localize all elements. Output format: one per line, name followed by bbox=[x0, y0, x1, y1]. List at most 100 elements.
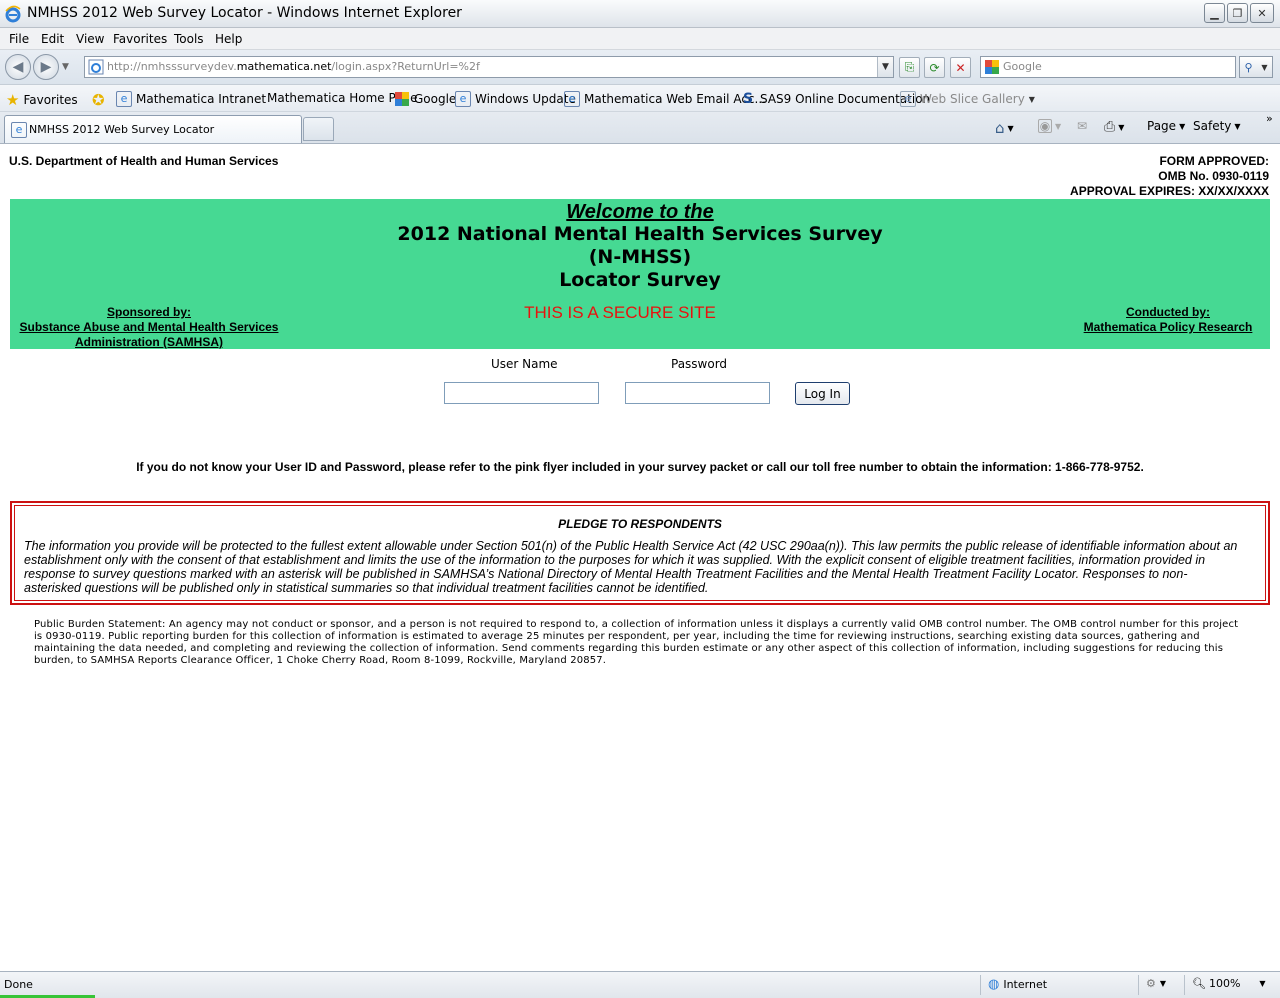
public-burden-statement: Public Burden Statement: An agency may n… bbox=[34, 619, 1239, 666]
chevron-down-icon: ▼ bbox=[1259, 979, 1266, 988]
minimize-button[interactable]: ▁ bbox=[1204, 3, 1225, 23]
page-favicon-icon bbox=[88, 59, 104, 75]
add-to-favorites-bar-button[interactable]: ✪ bbox=[92, 91, 105, 109]
address-dropdown-icon[interactable]: ▼ bbox=[877, 57, 893, 77]
menu-edit[interactable]: Edit bbox=[41, 32, 64, 46]
google-icon bbox=[985, 60, 999, 74]
restore-icon: ❐ bbox=[1232, 6, 1243, 20]
zoom-icon: 🔍︎ bbox=[1192, 977, 1206, 990]
menu-file[interactable]: File bbox=[9, 32, 29, 46]
pledge-text: The information you provide will be prot… bbox=[24, 539, 1238, 595]
search-icon: ⚲ bbox=[1244, 60, 1253, 74]
welcome-heading: Welcome to the bbox=[566, 201, 714, 223]
menu-help[interactable]: Help bbox=[215, 32, 242, 46]
home-button[interactable]: ⌂ ▼ bbox=[995, 119, 1014, 137]
fav-windows-update[interactable]: e Windows Update bbox=[455, 91, 576, 107]
fav-google[interactable]: Google bbox=[394, 91, 456, 107]
feeds-button[interactable]: ◉ ▼ bbox=[1038, 119, 1061, 133]
refresh-icon: ⟳ bbox=[929, 60, 940, 75]
password-input[interactable] bbox=[625, 382, 770, 404]
ie-page-icon: e bbox=[900, 91, 916, 107]
ie-page-icon: e bbox=[11, 122, 27, 138]
window-title: NMHSS 2012 Web Survey Locator - Windows … bbox=[27, 5, 462, 21]
status-bar: Done ◍ Internet ⚙ ▼ 🔍︎ 100% ▼ bbox=[0, 971, 1280, 998]
google-icon bbox=[395, 92, 409, 106]
approval-expires: APPROVAL EXPIRES: XX/XX/XXXX bbox=[1070, 184, 1269, 198]
zoom-control[interactable]: 🔍︎ 100% ▼ bbox=[1192, 977, 1266, 990]
ie-page-icon: e bbox=[564, 91, 580, 107]
more-commands-button[interactable]: » bbox=[1266, 112, 1273, 125]
credentials-help-text: If you do not know your User ID and Pass… bbox=[136, 460, 1144, 474]
chevron-down-icon: ▼ bbox=[1055, 121, 1062, 131]
omb-number: OMB No. 0930-0119 bbox=[1158, 169, 1269, 183]
read-mail-button[interactable]: ✉ bbox=[1077, 119, 1087, 133]
protected-mode-icon: ⚙ bbox=[1146, 977, 1156, 990]
form-approval-info: FORM APPROVED: OMB No. 0930-0119 APPROVA… bbox=[1070, 154, 1269, 199]
printer-icon: ⎙ bbox=[1104, 119, 1116, 135]
sponsor-name: Substance Abuse and Mental Health Servic… bbox=[19, 320, 279, 349]
double-chevron-right-icon: » bbox=[1266, 112, 1273, 125]
sponsor-info: Sponsored by: Substance Abuse and Mental… bbox=[15, 305, 283, 350]
mail-icon: ✉ bbox=[1077, 119, 1088, 133]
search-button[interactable]: ⚲ ▼ bbox=[1239, 56, 1273, 78]
fav-mathematica-intranet[interactable]: e Mathematica Intranet bbox=[116, 91, 266, 107]
add-favorite-icon: ✪ bbox=[92, 91, 105, 109]
new-tab-button[interactable] bbox=[303, 117, 334, 141]
stop-icon: ✕ bbox=[955, 60, 966, 75]
username-label: User Name bbox=[491, 357, 558, 371]
forward-button[interactable]: ▶ bbox=[33, 54, 59, 80]
tab-row: e NMHSS 2012 Web Survey Locator ⌂ ▼ ◉ ▼ … bbox=[0, 112, 1280, 144]
close-window-button[interactable]: ✕ bbox=[1250, 3, 1274, 23]
sas-icon: S bbox=[742, 91, 754, 107]
rss-feed-icon: ◉ bbox=[1038, 119, 1052, 133]
minimize-icon: ▁ bbox=[1210, 6, 1219, 20]
protected-mode-button[interactable]: ⚙ ▼ bbox=[1146, 977, 1166, 990]
pledge-title: PLEDGE TO RESPONDENTS bbox=[558, 517, 722, 531]
safety-menu-button[interactable]: Safety ▼ bbox=[1193, 119, 1241, 133]
recent-pages-dropdown-icon[interactable]: ▼ bbox=[62, 62, 69, 72]
internet-explorer-icon bbox=[5, 5, 21, 23]
ie-page-icon: e bbox=[455, 91, 471, 107]
secure-site-notice: THIS IS A SECURE SITE bbox=[524, 303, 716, 322]
print-button[interactable]: ⎙ ▼ bbox=[1104, 119, 1124, 135]
compatibility-icon: ⎘ bbox=[904, 60, 915, 74]
form-approved-label: FORM APPROVED: bbox=[1159, 154, 1269, 168]
address-bar[interactable]: http://nmhsssurveydev.mathematica.net/lo… bbox=[84, 56, 894, 78]
search-options-dropdown-icon: ▼ bbox=[1261, 62, 1268, 72]
chevron-down-icon: ▼ bbox=[1028, 94, 1035, 104]
security-zone[interactable]: ◍ Internet bbox=[988, 977, 1047, 992]
fav-web-slice-gallery[interactable]: e Web Slice Gallery ▼ bbox=[900, 91, 1035, 107]
username-input[interactable] bbox=[444, 382, 599, 404]
address-toolbar: ◀ ▶ ▼ http://nmhsssurveydev.mathematica.… bbox=[0, 50, 1280, 85]
password-label: Password bbox=[671, 357, 728, 371]
ie-page-icon: e bbox=[116, 91, 132, 107]
chevron-down-icon: ▼ bbox=[1118, 122, 1125, 132]
page-content: U.S. Department of Health and Human Serv… bbox=[0, 145, 1280, 970]
survey-title: 2012 National Mental Health Services Sur… bbox=[397, 223, 883, 245]
menu-tools[interactable]: Tools bbox=[174, 32, 204, 46]
compatibility-view-button[interactable]: ⎘ bbox=[899, 57, 920, 78]
menu-bar: File Edit View Favorites Tools Help bbox=[0, 28, 1280, 50]
chevron-down-icon: ▼ bbox=[1234, 121, 1241, 131]
tab-nmhss-locator[interactable]: e NMHSS 2012 Web Survey Locator bbox=[4, 115, 302, 143]
refresh-button[interactable]: ⟳ bbox=[924, 57, 945, 78]
home-icon: ⌂ bbox=[995, 119, 1005, 137]
restore-button[interactable]: ❐ bbox=[1227, 3, 1248, 23]
favorites-star-icon: ★ bbox=[6, 91, 20, 109]
menu-favorites[interactable]: Favorites bbox=[113, 32, 167, 46]
forward-arrow-icon: ▶ bbox=[40, 59, 52, 75]
chevron-down-icon: ▼ bbox=[1159, 979, 1167, 988]
stop-button[interactable]: ✕ bbox=[950, 57, 971, 78]
back-arrow-icon: ◀ bbox=[12, 59, 24, 75]
search-box[interactable]: Google bbox=[980, 56, 1236, 78]
pledge-box: PLEDGE TO RESPONDENTS The information yo… bbox=[10, 501, 1270, 605]
chevron-down-icon: ▼ bbox=[1007, 123, 1014, 133]
login-button[interactable]: Log In bbox=[795, 382, 850, 405]
favorites-button[interactable]: ★ Favorites bbox=[6, 91, 78, 109]
title-bar: NMHSS 2012 Web Survey Locator - Windows … bbox=[0, 0, 1280, 28]
back-button[interactable]: ◀ bbox=[5, 54, 31, 80]
menu-view[interactable]: View bbox=[76, 32, 104, 46]
fav-mathematica-web-email[interactable]: e Mathematica Web Email Acc... bbox=[564, 91, 766, 107]
url-text[interactable]: http://nmhsssurveydev.mathematica.net/lo… bbox=[107, 60, 480, 73]
page-menu-button[interactable]: Page ▼ bbox=[1147, 119, 1185, 133]
